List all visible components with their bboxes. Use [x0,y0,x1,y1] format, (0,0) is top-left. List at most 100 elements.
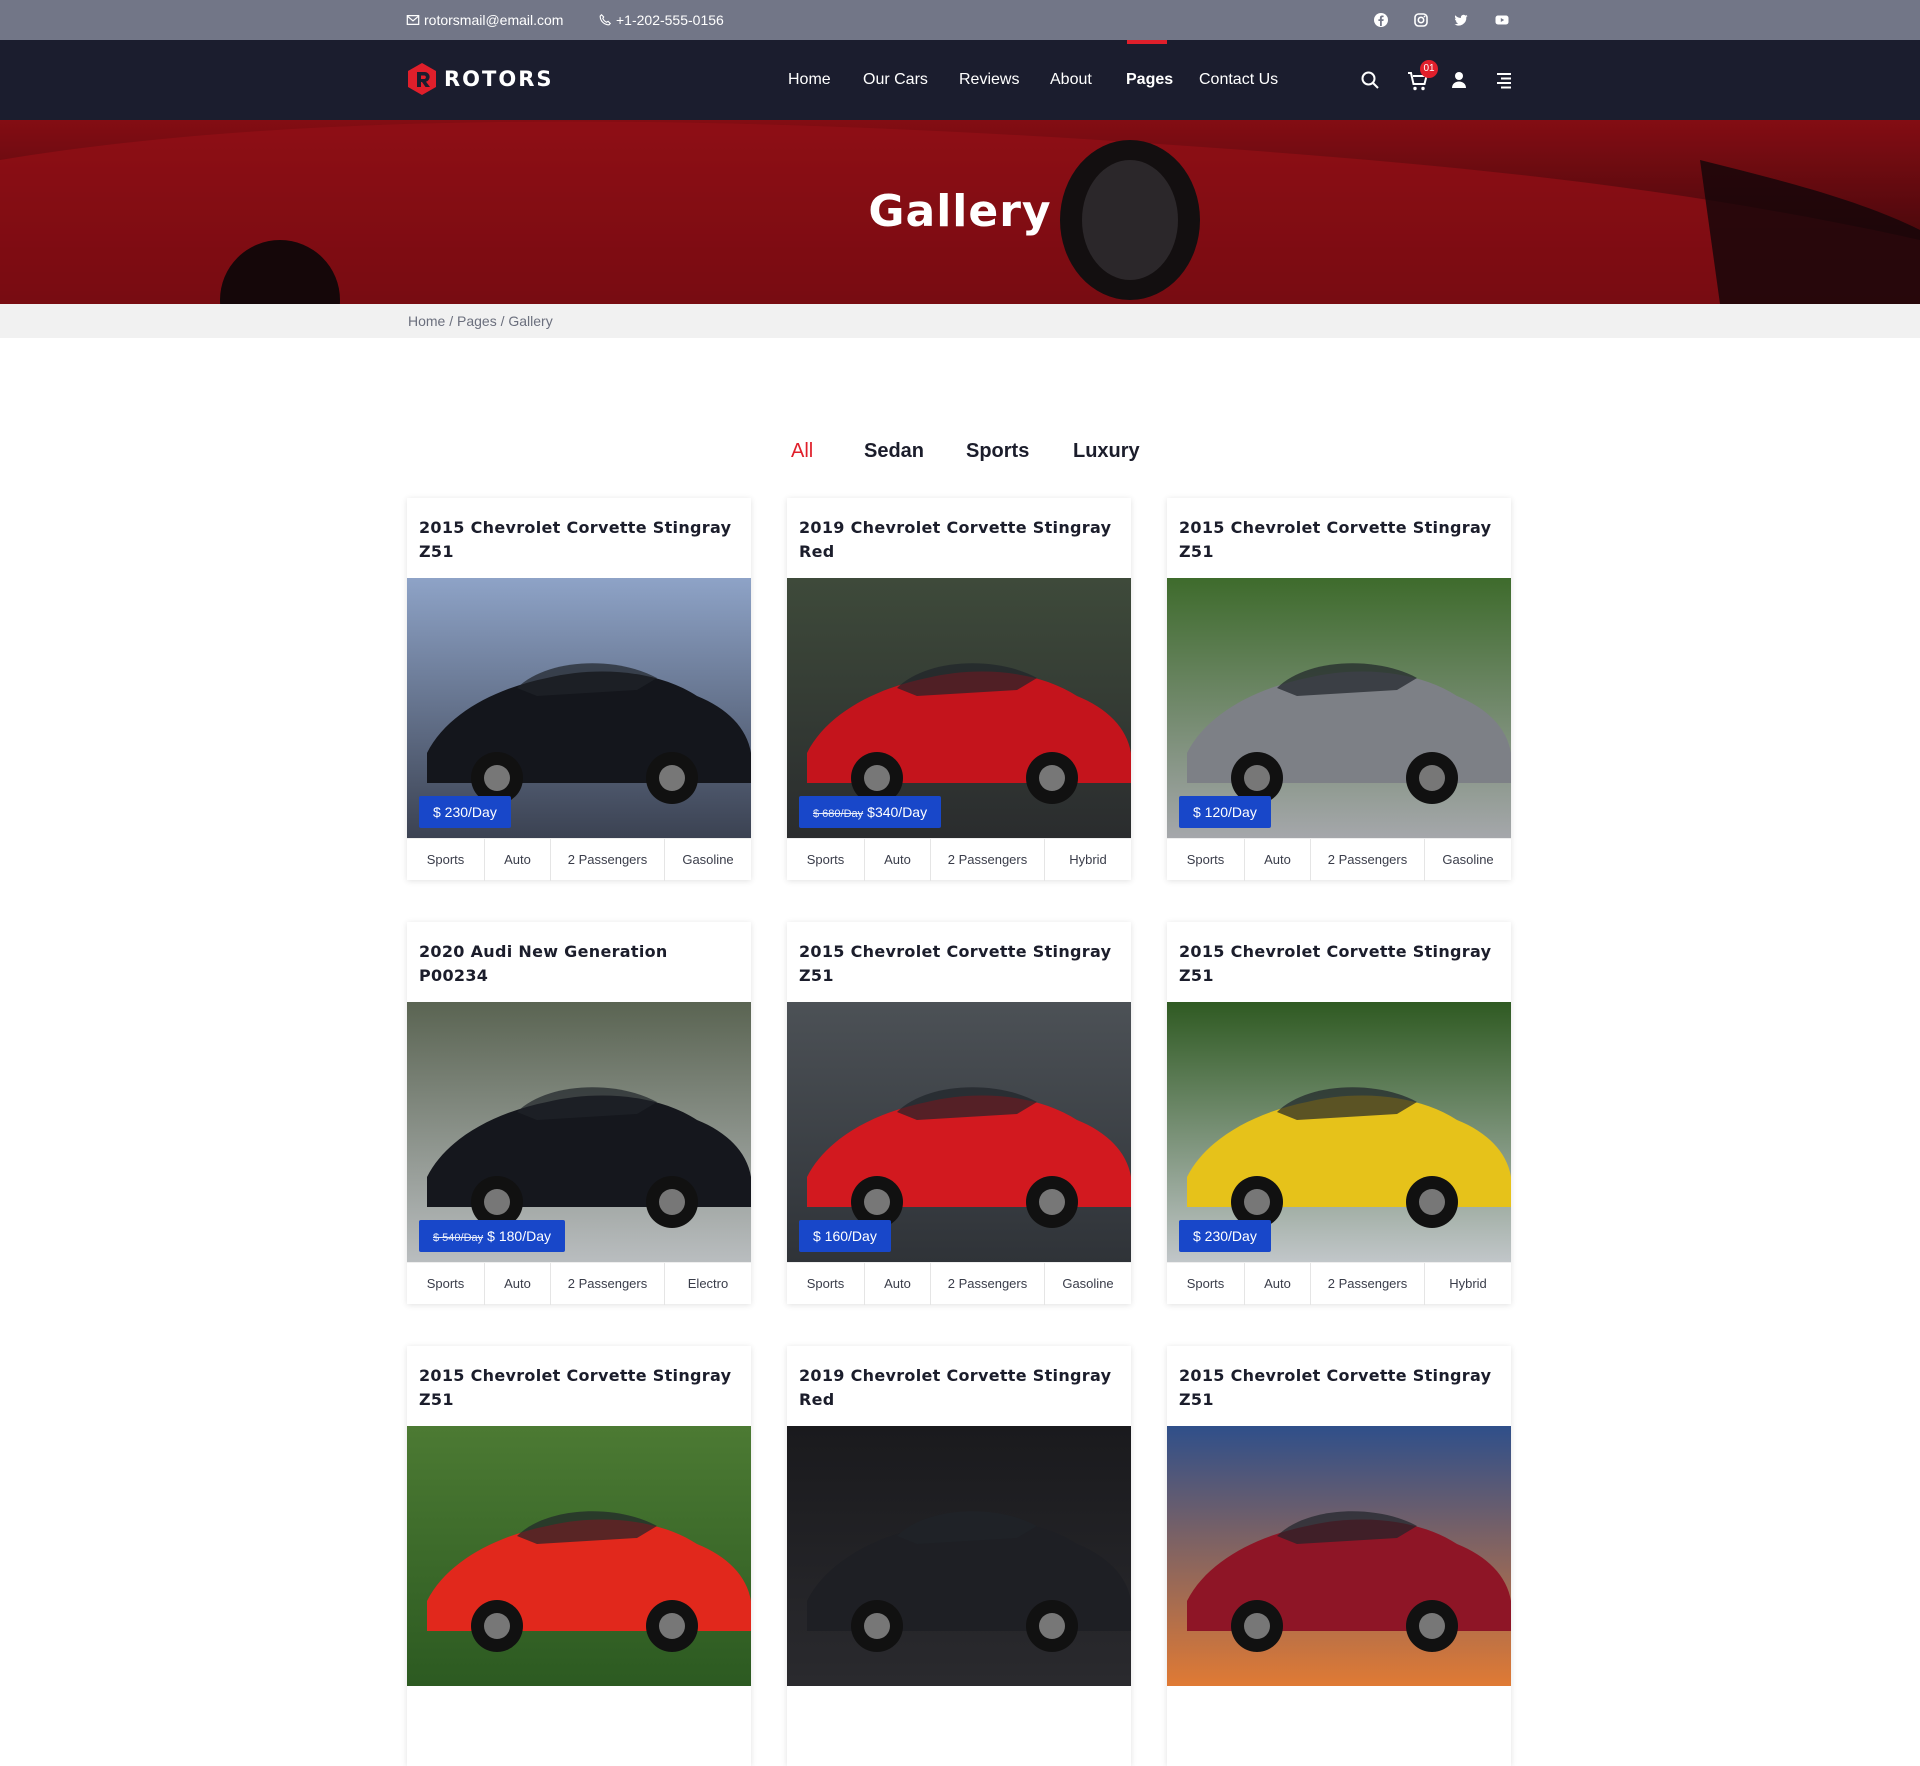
car-specs: Sports Auto 2 Passengers Gasoline [1167,838,1511,881]
car-image [407,1426,751,1686]
old-price: $ 540/Day [433,1232,484,1244]
nav-our-cars[interactable]: Our Cars [863,71,928,89]
car-photo[interactable] [407,1426,751,1686]
youtube-icon[interactable] [1494,12,1510,28]
filter-luxury[interactable]: Luxury [1073,440,1140,463]
spec-item: 2 Passengers [1311,839,1425,881]
spec-item: Auto [1245,839,1311,881]
car-photo[interactable] [787,1426,1131,1686]
car-card[interactable]: 2015 Chevrolet Corvette Stingray Z51 $ 16… [787,922,1131,1305]
car-card[interactable]: 2015 Chevrolet Corvette Stingray Z51 [1167,1346,1511,1766]
mail-icon [406,15,420,25]
contact-email[interactable]: rotorsmail@email.com [406,12,563,28]
car-title[interactable]: 2015 Chevrolet Corvette Stingray Z51 [1179,516,1499,564]
current-price: $ 180/Day [487,1228,551,1244]
spec-item: 2 Passengers [931,839,1045,881]
nav-contact-us[interactable]: Contact Us [1199,71,1278,89]
car-specs: Sports Auto 2 Passengers Hybrid [787,838,1131,881]
breadcrumb-text[interactable]: Home / Pages / Gallery [408,313,553,329]
current-price: $ 120/Day [1193,804,1257,820]
car-card[interactable]: 2019 Chevrolet Corvette Stingray Red [787,1346,1131,1766]
car-image [1167,1426,1511,1686]
nav-reviews[interactable]: Reviews [959,71,1019,89]
filter-sports[interactable]: Sports [966,440,1029,463]
price-badge: $ 160/Day [799,1220,891,1252]
old-price: $ 680/Day [813,808,864,820]
price-badge: $ 540/Day $ 180/Day [419,1220,565,1252]
spec-item: Gasoline [1442,852,1494,867]
spec-item: 2 Passengers [551,839,665,881]
nav-about[interactable]: About [1050,71,1092,89]
spec-item: 2 Passengers [551,1263,665,1305]
spec-item: Gasoline [682,852,734,867]
page-title: Gallery [868,186,1052,237]
spec-item: Auto [1245,1263,1311,1305]
car-title[interactable]: 2015 Chevrolet Corvette Stingray Z51 [419,516,739,564]
car-card[interactable]: 2015 Chevrolet Corvette Stingray Z51 $ 23… [1167,922,1511,1305]
car-title[interactable]: 2020 Audi New Generation P00234 [419,940,739,988]
contact-phone[interactable]: +1-202-555-0156 [598,12,724,28]
phone-icon [599,13,612,26]
cart-count-badge: 01 [1420,60,1438,78]
spec-item: Hybrid [1449,1276,1487,1291]
spec-item: Sports [787,839,865,881]
spec-item: 2 Passengers [1311,1263,1425,1305]
car-specs: Sports Auto 2 Passengers Electro [407,1262,751,1305]
spec-item: Auto [865,839,931,881]
spec-item: Sports [1167,839,1245,881]
rotors-logo-icon [408,63,436,95]
brand-name: ROTORS [444,67,554,91]
car-card[interactable]: 2015 Chevrolet Corvette Stingray Z51 $ 12… [1167,498,1511,881]
menu-icon[interactable] [1494,70,1514,90]
search-icon[interactable] [1360,70,1380,90]
car-title[interactable]: 2019 Chevrolet Corvette Stingray Red [799,516,1119,564]
car-specs: Sports Auto 2 Passengers Hybrid [1167,1262,1511,1305]
nav-home[interactable]: Home [788,71,831,89]
car-title[interactable]: 2015 Chevrolet Corvette Stingray Z51 [1179,1364,1499,1412]
nav-pages[interactable]: Pages [1126,71,1173,89]
car-title[interactable]: 2019 Chevrolet Corvette Stingray Red [799,1364,1119,1412]
current-price: $ 160/Day [813,1228,877,1244]
price-badge: $ 230/Day [419,796,511,828]
spec-item: Auto [485,839,551,881]
car-photo[interactable] [1167,1426,1511,1686]
filter-all[interactable]: All [791,440,813,463]
spec-item: 2 Passengers [931,1263,1045,1305]
spec-item: Auto [485,1263,551,1305]
spec-item: Sports [407,839,485,881]
main-navbar: ROTORS Home Our Cars Reviews About Pages… [0,40,1920,120]
phone-text: +1-202-555-0156 [616,12,724,28]
spec-item: Sports [787,1263,865,1305]
spec-item: Sports [407,1263,485,1305]
page-hero: Gallery [0,120,1920,304]
spec-item: Hybrid [1069,852,1107,867]
spec-item: Auto [865,1263,931,1305]
filter-sedan[interactable]: Sedan [864,440,924,463]
car-title[interactable]: 2015 Chevrolet Corvette Stingray Z51 [799,940,1119,988]
current-price: $ 230/Day [1193,1228,1257,1244]
car-specs: Sports Auto 2 Passengers Gasoline [787,1262,1131,1305]
nav-active-indicator [1127,40,1167,44]
current-price: $340/Day [867,804,928,820]
car-card[interactable]: 2019 Chevrolet Corvette Stingray Red $ 68… [787,498,1131,881]
twitter-icon[interactable] [1453,12,1469,28]
brand-logo[interactable]: ROTORS [406,62,554,96]
price-badge: $ 680/Day $340/Day [799,796,942,828]
spec-item: Gasoline [1062,1276,1114,1291]
breadcrumb: Home / Pages / Gallery [0,304,1920,338]
car-title[interactable]: 2015 Chevrolet Corvette Stingray Z51 [1179,940,1499,988]
car-card[interactable]: 2015 Chevrolet Corvette Stingray Z51 $ 23… [407,498,751,881]
price-badge: $ 120/Day [1179,796,1271,828]
car-image [787,1426,1131,1686]
car-card[interactable]: 2015 Chevrolet Corvette Stingray Z51 [407,1346,751,1766]
car-card[interactable]: 2020 Audi New Generation P00234 $ 540/Day… [407,922,751,1305]
car-title[interactable]: 2015 Chevrolet Corvette Stingray Z51 [419,1364,739,1412]
instagram-icon[interactable] [1413,12,1429,28]
current-price: $ 230/Day [433,804,497,820]
top-bar: rotorsmail@email.com +1-202-555-0156 [0,0,1920,40]
car-specs: Sports Auto 2 Passengers Gasoline [407,838,751,881]
facebook-icon[interactable] [1373,12,1389,28]
spec-item: Electro [687,1276,729,1291]
email-text: rotorsmail@email.com [424,12,564,28]
user-icon[interactable] [1449,70,1469,90]
